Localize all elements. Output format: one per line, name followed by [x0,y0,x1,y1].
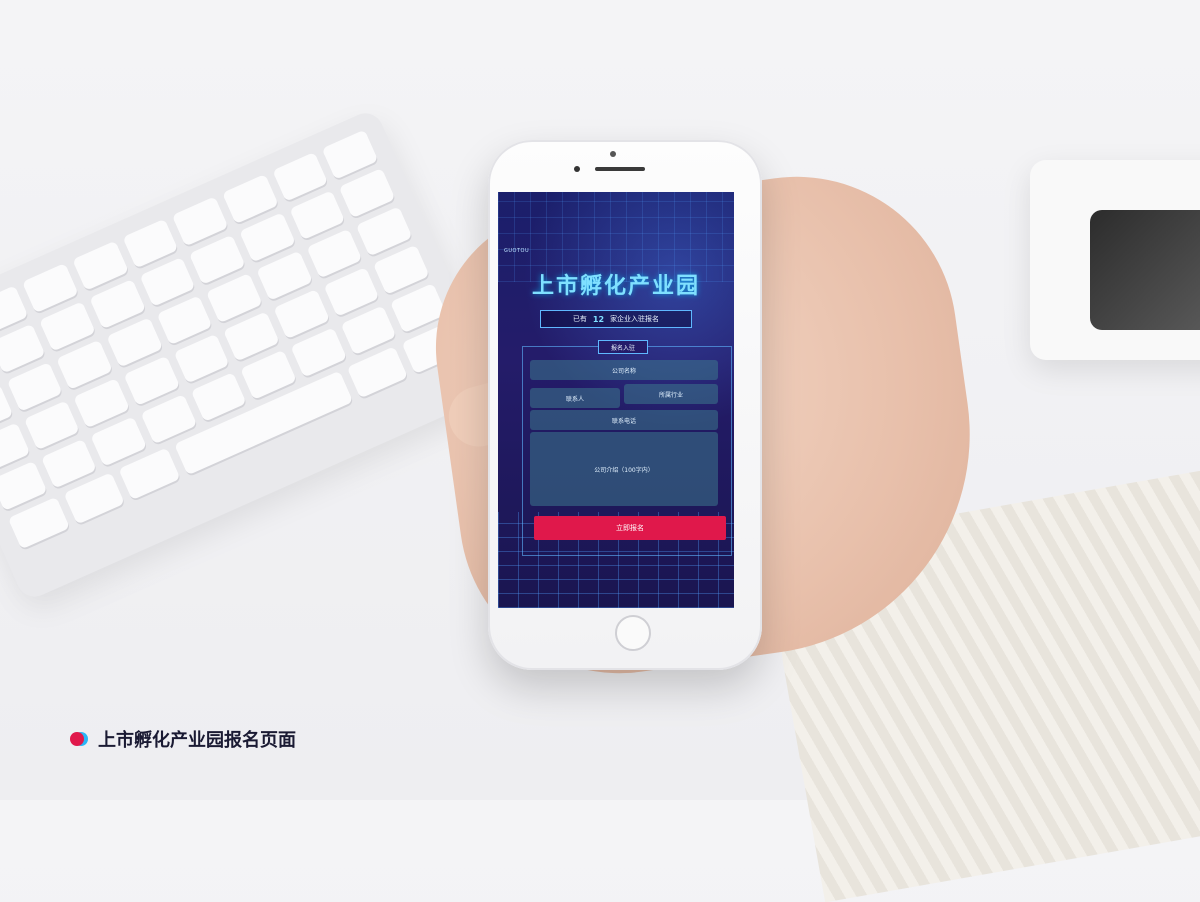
caption: 上市孵化产业园报名页面 [70,726,296,752]
brand-logo-text: GUOTOU [504,248,530,254]
earpiece-slot [595,167,645,171]
caption-dot-icon [70,732,84,746]
form-badge: 报名入驻 [598,340,648,354]
front-camera [610,151,616,157]
submit-button[interactable]: 立即报名 [534,516,726,540]
clock-display [1090,210,1200,330]
enrollment-count-banner: 已有 12 家企业入驻报名 [540,310,692,328]
count-suffix: 家企业入驻报名 [610,315,660,323]
phone-field[interactable]: 联系电话 [530,410,718,430]
home-button[interactable] [615,615,651,651]
proximity-sensor [574,166,580,172]
keyboard [0,107,501,603]
page-title: 上市孵化产业园 [531,274,700,299]
caption-text: 上市孵化产业园报名页面 [98,730,296,751]
contact-person-field[interactable]: 联系人 [530,388,620,408]
industry-field[interactable]: 所属行业 [624,384,718,404]
company-intro-field[interactable]: 公司介绍（100字内） [530,432,718,506]
phone-screen: GUOTOU 上市孵化产业园 已有 12 家企业入驻报名 报名入驻 公司名称 联… [498,192,734,608]
count-prefix: 已有 [572,315,587,323]
count-value: 12 [592,314,605,324]
company-name-field[interactable]: 公司名称 [530,360,718,380]
desk-clock [1030,160,1200,360]
